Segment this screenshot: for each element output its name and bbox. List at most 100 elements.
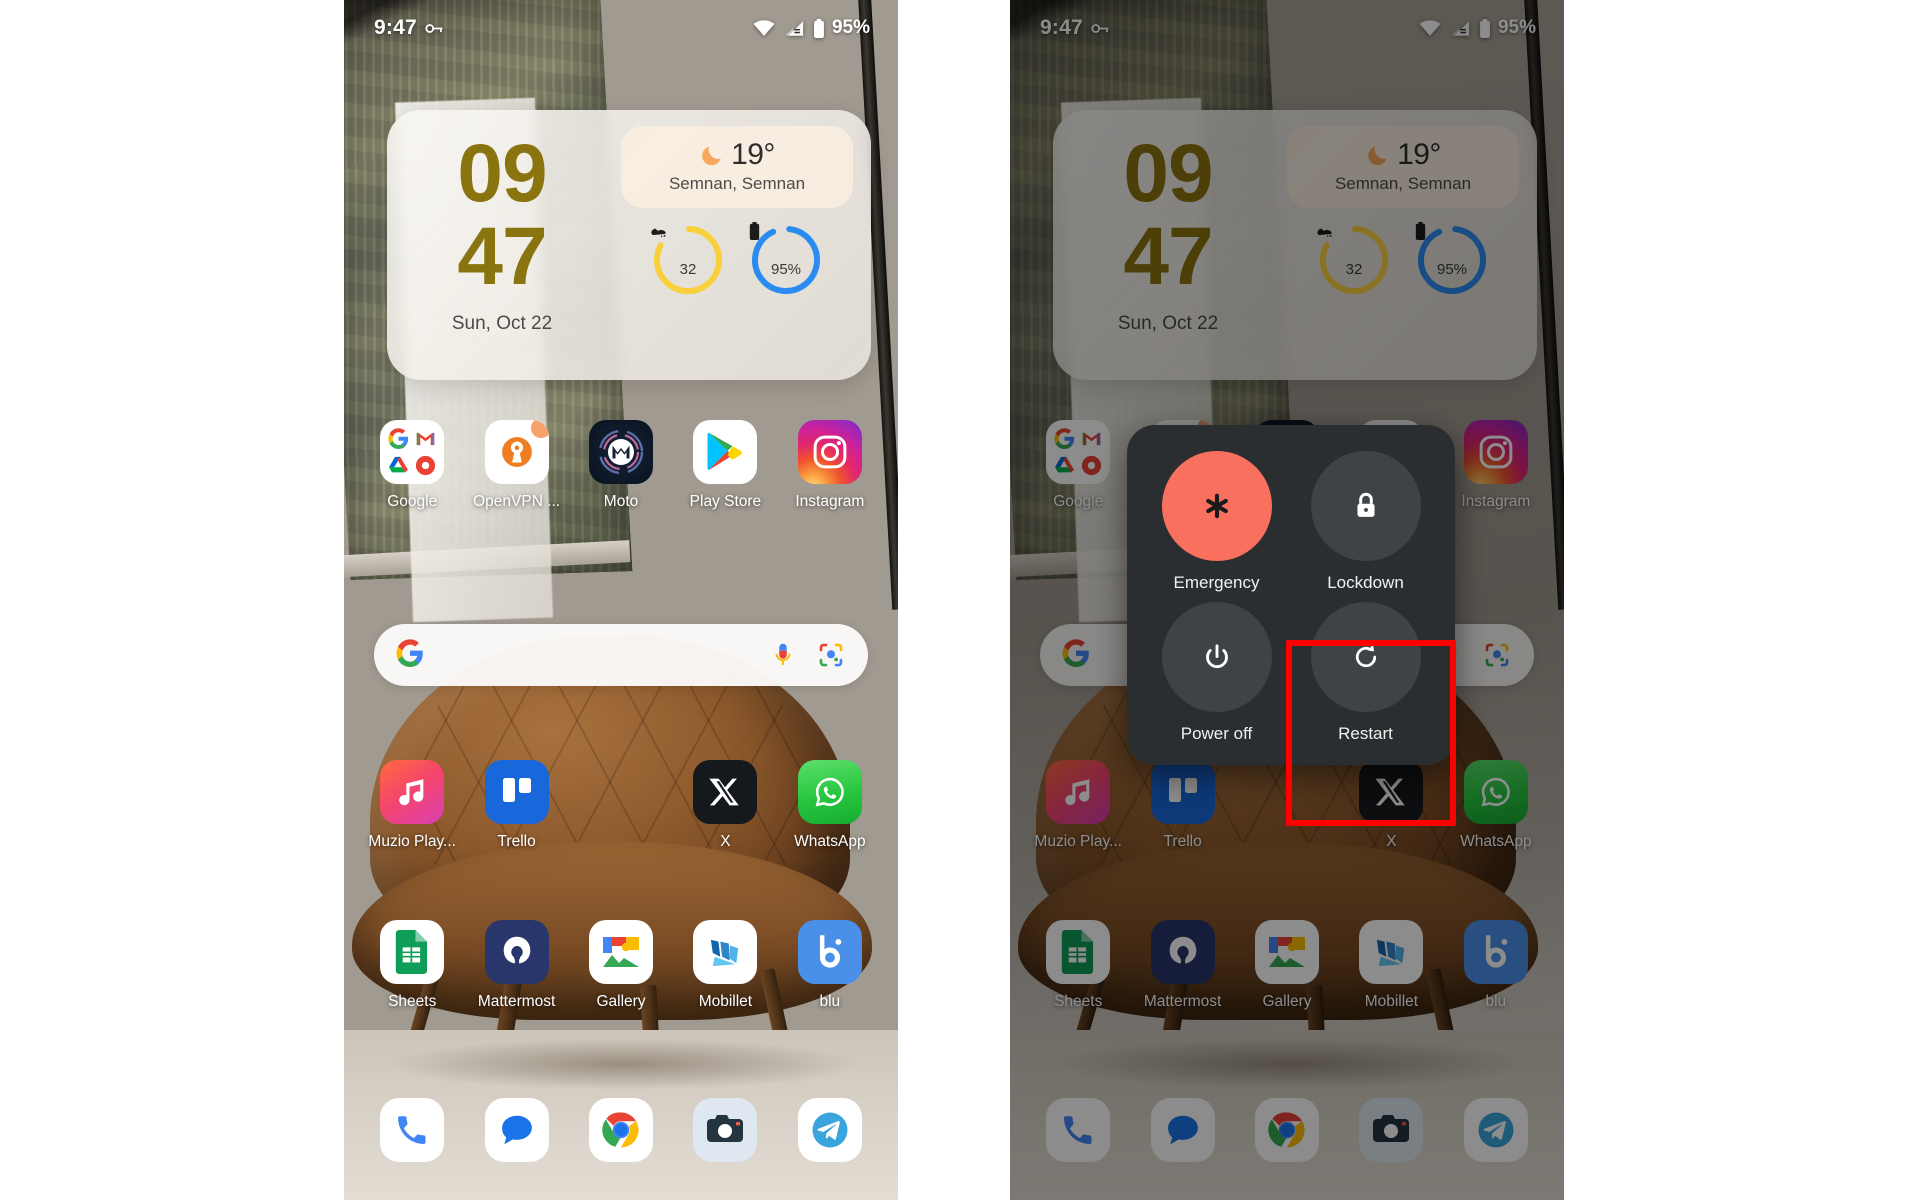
app-row-1: Google OpenVPN ... (360, 420, 882, 511)
app-sheets[interactable]: Sheets (360, 920, 464, 1011)
app-label: Mattermost (1143, 993, 1222, 1010)
battery-ring[interactable]: 95% (1414, 222, 1490, 298)
app-label: Google (387, 493, 438, 510)
battery-percent-label: 95% (1497, 17, 1536, 38)
openvpn-icon (484, 420, 549, 484)
app-moto[interactable]: Moto (569, 420, 673, 511)
app-label: Muzio Play... (1034, 833, 1122, 850)
trello-icon (1150, 760, 1215, 824)
widget-date: Sun, Oct 22 (451, 312, 553, 334)
google-search-bar[interactable] (374, 624, 868, 686)
mobile-signal-icon (784, 20, 804, 37)
dock-app-chrome[interactable] (1235, 1098, 1339, 1171)
dock-app-camera[interactable] (673, 1098, 777, 1171)
mobile-signal-icon (1450, 20, 1470, 37)
status-bar: 9:47 95% (344, 0, 898, 56)
app-mattermost[interactable]: Mattermost (1130, 920, 1234, 1011)
app-muzio-player[interactable]: Muzio Play... (360, 760, 464, 851)
wifi-icon (753, 19, 775, 37)
google-lens-icon[interactable] (1482, 640, 1512, 670)
app-trello[interactable]: Trello (464, 760, 568, 851)
app-label: Moto (603, 493, 639, 510)
app-gallery[interactable]: Gallery (569, 920, 673, 1011)
app-blu[interactable]: blu (778, 920, 882, 1011)
app-x[interactable]: X (1339, 760, 1443, 851)
weather-location: Semnan, Semnan (668, 174, 806, 193)
app-mattermost[interactable]: Mattermost (464, 920, 568, 1011)
app-gallery[interactable]: Gallery (1235, 920, 1339, 1011)
app-label: Sheets (388, 993, 437, 1010)
weather-temperature: 19° (1397, 138, 1441, 171)
widget-rings: 32 95% (621, 222, 853, 298)
dock-app-telegram[interactable] (778, 1098, 882, 1171)
phone-panel-left: 9:47 95% 09 47 Sun, Oct 22 19° Semnan, S… (344, 0, 898, 1200)
app-google[interactable]: Google (1026, 420, 1130, 511)
mobillet-icon (693, 920, 758, 984)
battery-ring[interactable]: 95% (748, 222, 824, 298)
camera-icon (693, 1098, 758, 1162)
clock-weather-widget[interactable]: 09 47 Sun, Oct 22 19° Semnan, Semnan 32 … (387, 110, 871, 380)
clock-weather-widget[interactable]: 09 47 Sun, Oct 22 19° Semnan, Semnan 32 … (1053, 110, 1537, 380)
app-blu[interactable]: blu (1444, 920, 1548, 1011)
app-label: Mattermost (477, 993, 556, 1010)
weather-tile[interactable]: 19° Semnan, Semnan (621, 126, 853, 208)
dock-app-phone[interactable] (1026, 1098, 1130, 1171)
app-label: Mobillet (1364, 993, 1419, 1010)
crescent-moon-icon (1365, 142, 1391, 168)
app-label: Instagram (795, 493, 865, 510)
vpn-key-icon (1091, 22, 1110, 35)
app-whatsapp[interactable]: WhatsApp (778, 760, 882, 851)
app-trello[interactable]: Trello (1130, 760, 1234, 851)
phone-icon (380, 1098, 445, 1162)
app-google[interactable]: Google (360, 420, 464, 511)
app-sheets[interactable]: Sheets (1026, 920, 1130, 1011)
moto-icon (589, 420, 654, 484)
app-muzio-player[interactable]: Muzio Play... (1026, 760, 1130, 851)
weather-tile[interactable]: 19° Semnan, Semnan (1287, 126, 1519, 208)
google-gallery-icon (1255, 920, 1320, 984)
app-label: blu (1485, 993, 1507, 1010)
app-instagram[interactable]: Instagram (778, 420, 882, 511)
messages-icon (1150, 1098, 1215, 1162)
app-mobillet[interactable]: Mobillet (673, 920, 777, 1011)
app-label: Play Store (689, 493, 762, 510)
app-x[interactable]: X (673, 760, 777, 851)
phone-panel-right: 9:47 95% 09 47 Sun, Oct 22 19° Semnan, S… (1010, 0, 1564, 1200)
app-instagram[interactable]: Instagram (1444, 420, 1548, 511)
steps-value: 32 (1345, 260, 1363, 278)
google-g-logo (396, 638, 424, 672)
power-menu-power-off[interactable]: Power off (1151, 602, 1282, 747)
google-folder-icon (380, 420, 445, 484)
dock-app-messages[interactable] (1130, 1098, 1234, 1171)
dock-app-camera[interactable] (1339, 1098, 1443, 1171)
google-folder-icon (1046, 420, 1111, 484)
camera-icon (1359, 1098, 1424, 1162)
dock-app-telegram[interactable] (1444, 1098, 1548, 1171)
app-play-store[interactable]: Play Store (673, 420, 777, 511)
app-label: X (720, 833, 731, 850)
power-icon (1161, 602, 1272, 712)
mattermost-icon (1150, 920, 1215, 984)
screenshot-stage: 9:47 95% 09 47 Sun, Oct 22 19° Semnan, S… (0, 0, 1920, 1200)
telegram-icon (797, 1098, 862, 1162)
app-label: Google (1053, 493, 1104, 510)
google-lens-icon[interactable] (816, 640, 846, 670)
power-menu-label: Emergency (1173, 573, 1260, 592)
app-row-2: Muzio Play... Trello X WhatsApp (1026, 760, 1548, 851)
battery-ring-icon (1415, 222, 1461, 260)
app-label: Gallery (596, 993, 646, 1010)
steps-ring[interactable]: 32 (1316, 222, 1392, 298)
power-menu-restart[interactable]: Restart (1300, 602, 1431, 747)
dock-app-messages[interactable] (464, 1098, 568, 1171)
widget-minute: 47 (1123, 211, 1213, 303)
power-menu-emergency[interactable]: Emergency (1151, 451, 1282, 596)
steps-ring[interactable]: 32 (650, 222, 726, 298)
dock-app-chrome[interactable] (569, 1098, 673, 1171)
dock-app-phone[interactable] (360, 1098, 464, 1171)
app-mobillet[interactable]: Mobillet (1339, 920, 1443, 1011)
app-openvpn[interactable]: OpenVPN ... (464, 420, 568, 511)
app-whatsapp[interactable]: WhatsApp (1444, 760, 1548, 851)
app-label: Trello (497, 833, 536, 850)
microphone-icon[interactable] (768, 640, 798, 670)
power-menu-lockdown[interactable]: Lockdown (1300, 451, 1431, 596)
